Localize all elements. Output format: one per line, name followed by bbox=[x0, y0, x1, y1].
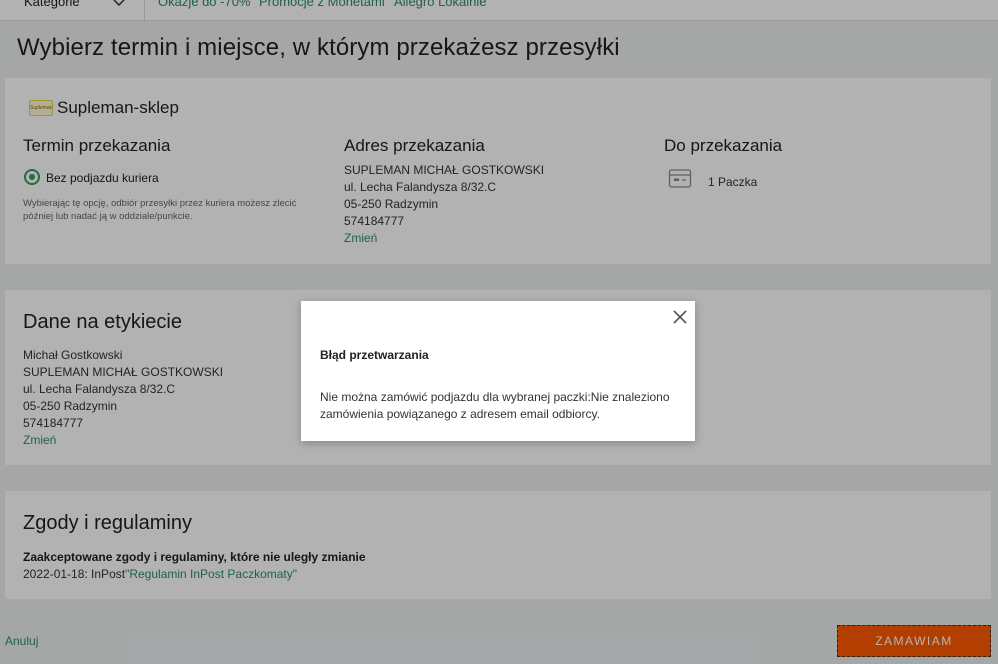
dialog-message: Nie można zamówić podjazdu dla wybranej … bbox=[320, 390, 670, 421]
dialog-title: Błąd przetwarzania bbox=[320, 348, 429, 362]
close-icon[interactable] bbox=[670, 307, 690, 327]
error-dialog: Błąd przetwarzania Nie można zamówić pod… bbox=[301, 301, 695, 441]
